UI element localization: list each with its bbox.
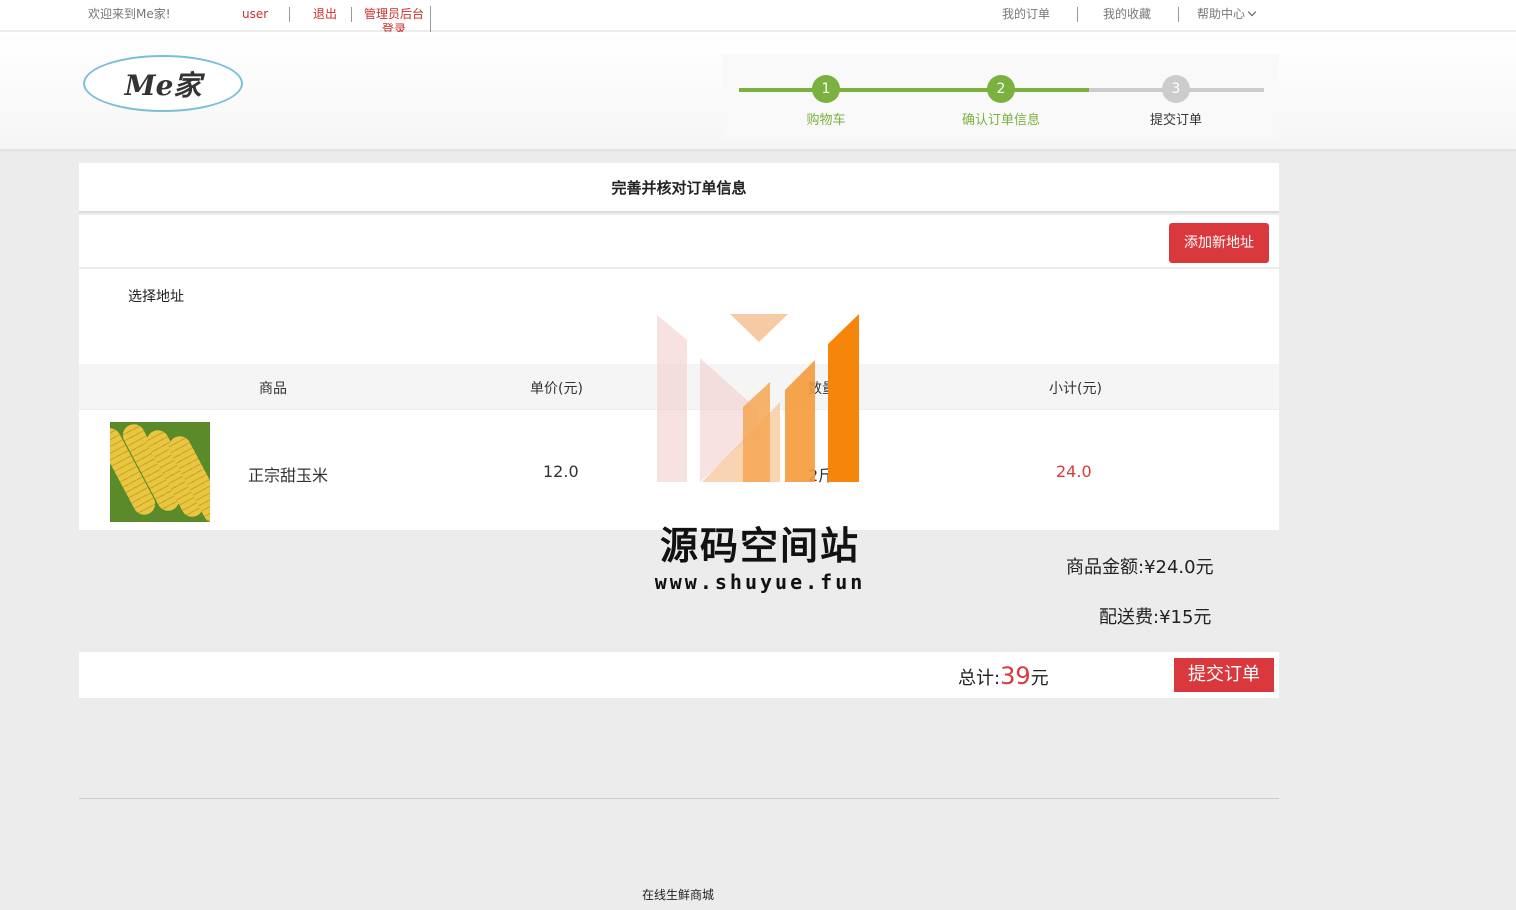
chevron-down-icon — [1247, 7, 1257, 17]
watermark-logo-icon — [657, 314, 859, 482]
step-2-label: 确认订单信息 — [961, 113, 1040, 128]
header: Me家 1 购物车 2 确认订单信息 3 提交订单 — [0, 32, 1516, 149]
column-header-subtotal: 小计(元) — [1049, 381, 1102, 397]
total-label: 总计: — [958, 668, 1001, 689]
column-header-price: 单价(元) — [530, 381, 583, 397]
total-unit: 元 — [1030, 668, 1049, 689]
step-1-circle: 1 — [812, 75, 840, 103]
product-image[interactable] — [110, 422, 210, 522]
my-orders-link[interactable]: 我的订单 — [1002, 7, 1050, 22]
address-toolbar: 添加新地址 — [79, 215, 1279, 268]
goods-amount-label: 商品金额: — [1066, 557, 1145, 578]
select-address-label: 选择地址 — [128, 289, 184, 305]
divider — [289, 7, 290, 22]
product-subtotal: 24.0 — [1056, 462, 1092, 481]
step-2-circle: 2 — [987, 75, 1015, 103]
top-bar: 欢迎来到Me家! user 退出 管理员后台登录 我的订单 我的收藏 帮助中心 — [0, 0, 1516, 37]
welcome-text: 欢迎来到Me家! — [88, 7, 171, 21]
progress-line-done — [739, 88, 1089, 92]
product-price: 12.0 — [543, 462, 579, 481]
watermark-url: www.shuyue.fun — [654, 570, 866, 594]
step-3-circle: 3 — [1162, 75, 1190, 103]
step-3-label: 提交订单 — [1149, 113, 1202, 128]
add-address-button[interactable]: 添加新地址 — [1169, 223, 1269, 263]
divider — [1178, 7, 1179, 22]
logo-text: Me家 — [124, 68, 202, 102]
my-favorites-link[interactable]: 我的收藏 — [1103, 7, 1151, 22]
submit-order-button[interactable]: 提交订单 — [1174, 658, 1274, 692]
total-bar: 总计:39元 提交订单 — [79, 652, 1279, 698]
help-center-label: 帮助中心 — [1197, 7, 1246, 21]
product-name[interactable]: 正宗甜玉米 — [248, 462, 328, 486]
page-title: 完善并核对订单信息 — [79, 163, 1279, 213]
shipping-label: 配送费: — [1099, 607, 1160, 628]
checkout-steps: 1 购物车 2 确认订单信息 3 提交订单 — [722, 54, 1279, 138]
user-link[interactable]: user — [242, 7, 268, 22]
help-center-menu[interactable]: 帮助中心 — [1197, 7, 1257, 22]
shipping-fee: 配送费:¥15元 — [1099, 603, 1211, 629]
column-header-product: 商品 — [259, 381, 287, 397]
step-1-label: 购物车 — [806, 113, 846, 128]
logout-link[interactable]: 退出 — [313, 7, 337, 22]
total-amount: 总计:39元 — [958, 662, 1049, 690]
total-value: 39 — [1000, 662, 1031, 690]
goods-amount: 商品金额:¥24.0元 — [1066, 553, 1214, 579]
watermark-title: 源码空间站 — [659, 524, 860, 568]
divider — [1077, 7, 1078, 22]
footer-text: 在线生鲜商城 — [641, 888, 714, 902]
footer-divider — [79, 798, 1279, 799]
shipping-value: ¥15元 — [1159, 607, 1212, 628]
watermark: 源码空间站 www.shuyue.fun — [640, 310, 880, 610]
logo[interactable]: Me家 — [83, 55, 243, 112]
goods-amount-value: ¥24.0元 — [1144, 557, 1214, 578]
divider — [351, 7, 352, 22]
